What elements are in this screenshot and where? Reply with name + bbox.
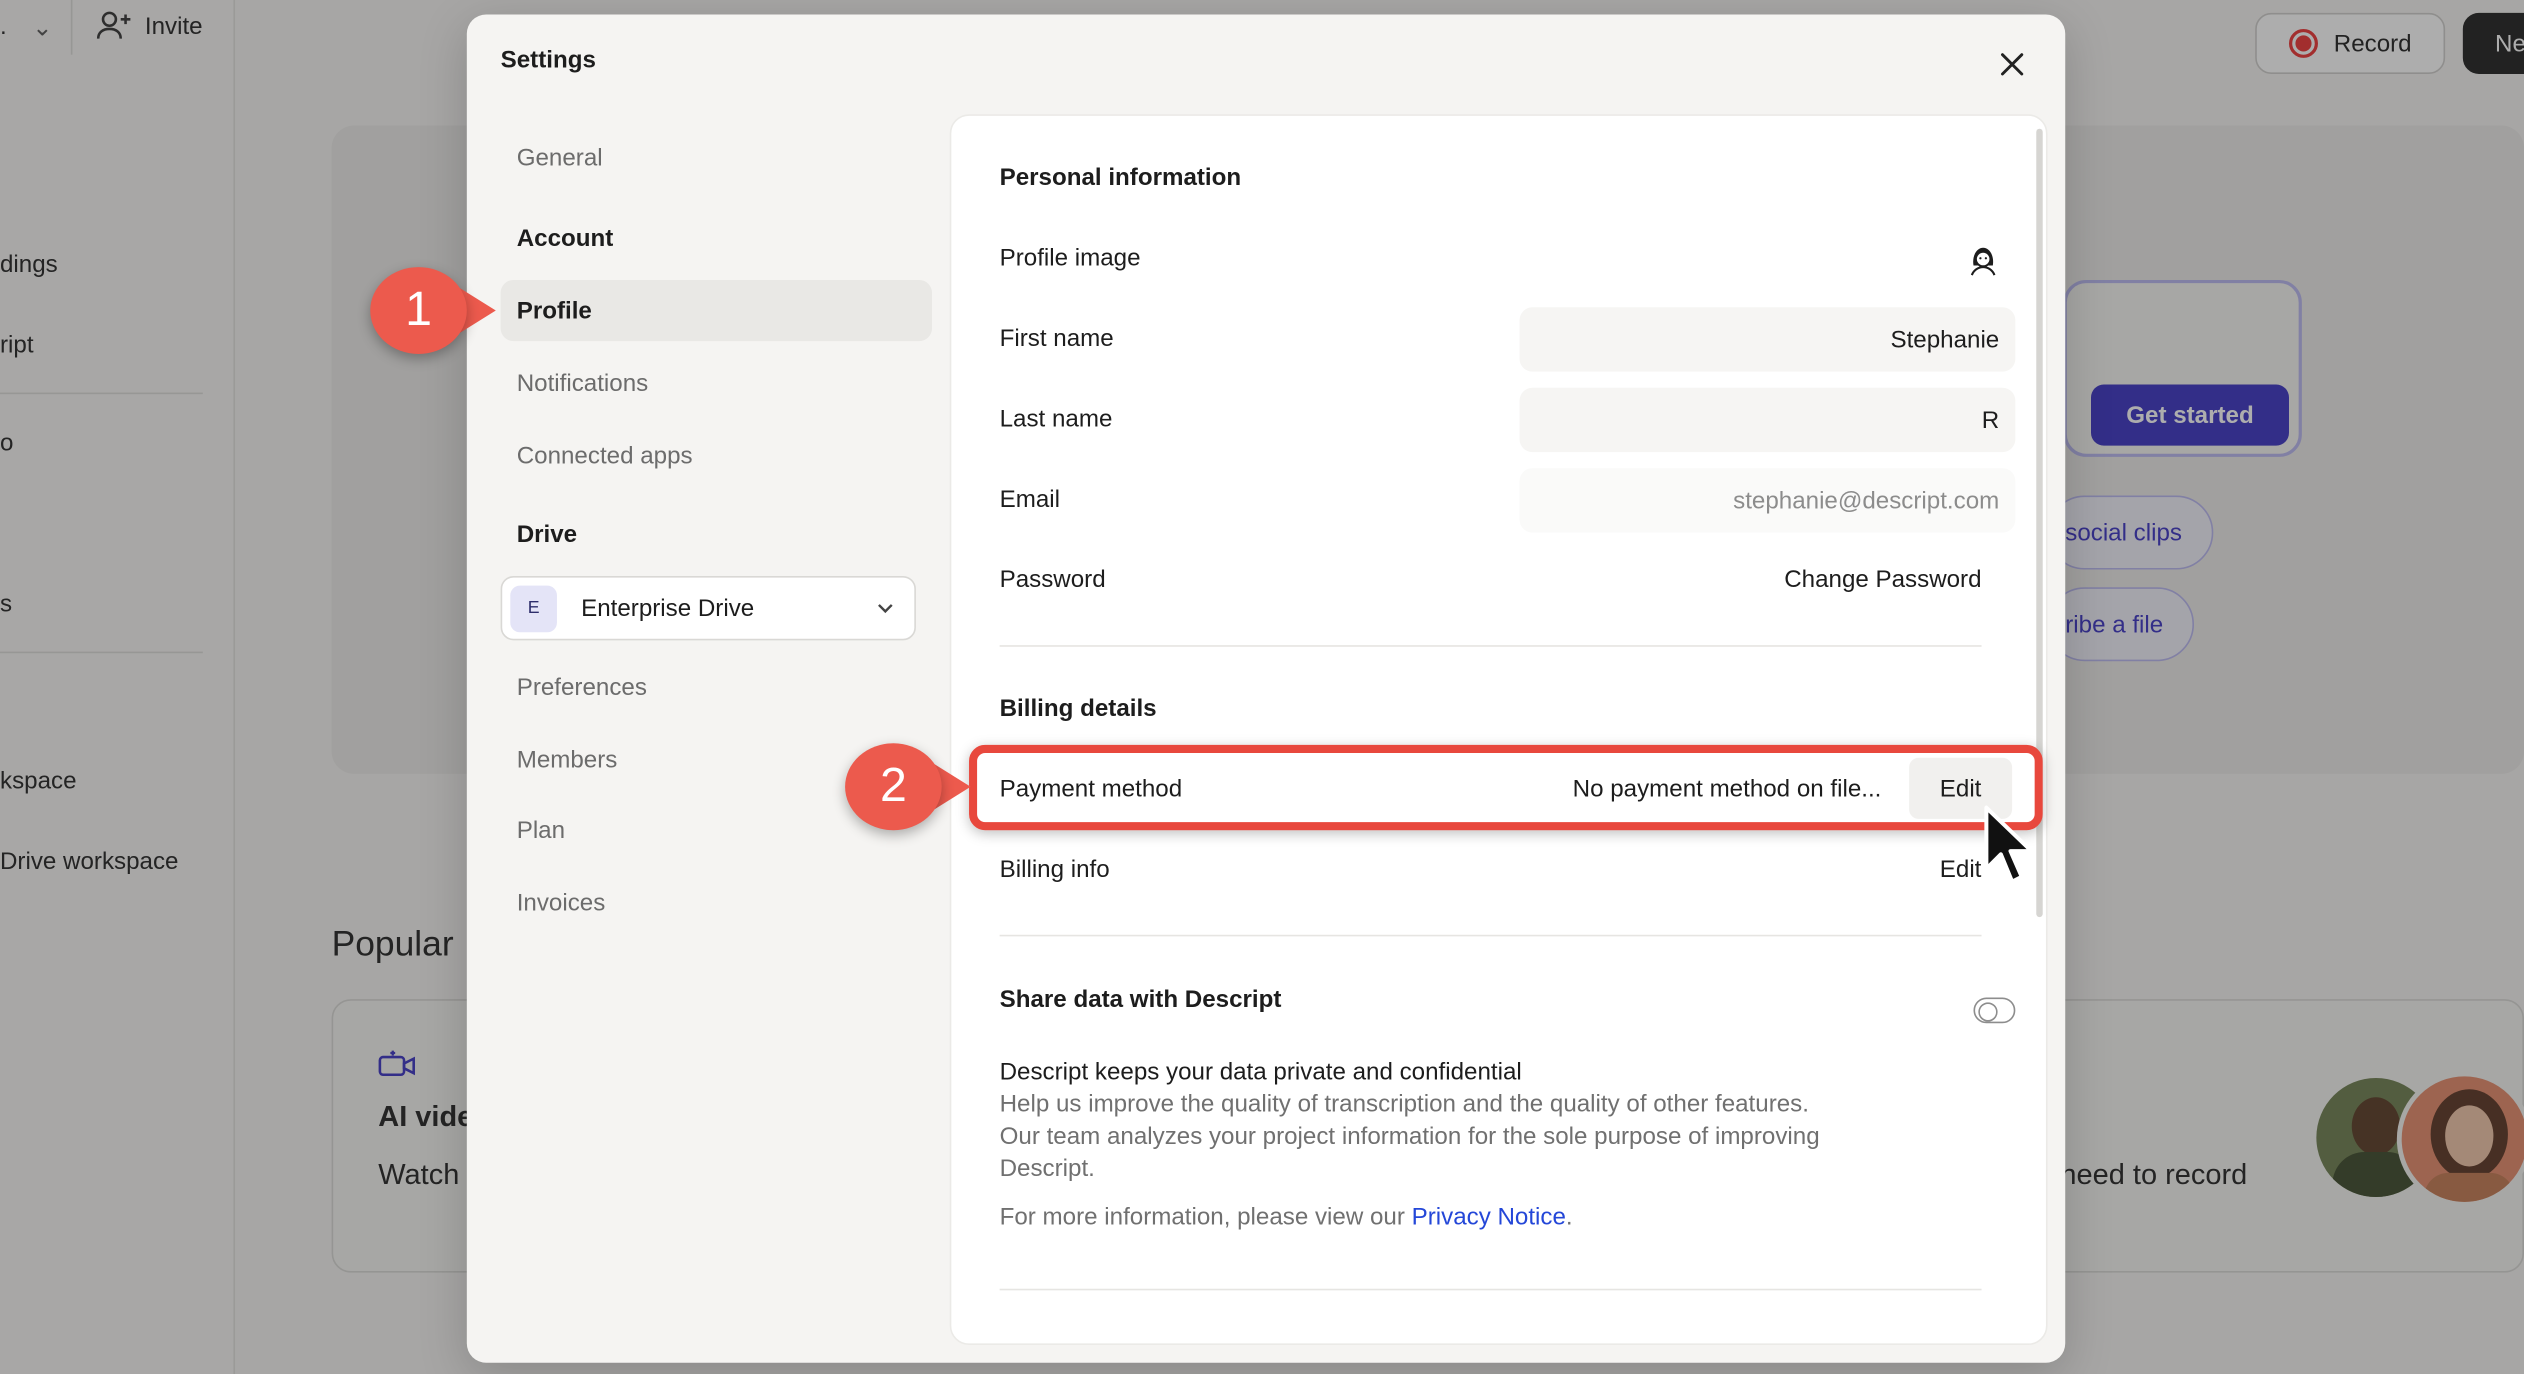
nav-heading-drive: Drive [516,521,578,549]
nav-item-profile[interactable]: Profile [500,279,933,342]
drive-badge: E [510,584,557,632]
billing-info-edit-label: Edit [1939,855,1982,883]
avatar-icon [1970,247,1996,276]
nav-item-preferences[interactable]: Preferences [501,656,932,717]
share-data-heading: Share data with Descript [999,986,1282,1014]
billing-info-label: Billing info [999,855,1110,884]
privacy-note: For more information, please view our Pr… [1000,1202,1998,1234]
profile-image-label: Profile image [999,244,1141,272]
chevron-down-icon [878,604,893,614]
nav-item-notifications-label: Notifications [516,369,649,397]
nav-item-connected-apps-label: Connected apps [516,441,693,469]
close-icon [2001,53,2024,76]
nav-item-general[interactable]: General [501,127,932,188]
personal-info-heading: Personal information [999,164,1242,192]
section-divider [999,934,1982,937]
password-label: Password [999,566,1106,594]
first-name-field[interactable]: Stephanie [1519,307,2016,372]
nav-item-profile-label: Profile [516,296,592,325]
share-data-body: Help us improve the quality of transcrip… [999,1090,1820,1183]
drive-name: Enterprise Drive [581,594,755,622]
nav-item-notifications[interactable]: Notifications [501,352,932,413]
nav-item-plan-label: Plan [516,816,566,844]
billing-details-heading: Billing details [999,695,1157,723]
change-password-button[interactable]: Change Password [1784,566,1981,593]
share-data-toggle[interactable] [1973,997,2016,1024]
section-divider [999,1288,1982,1291]
section-divider [999,645,1982,647]
nav-item-connected-apps[interactable]: Connected apps [501,425,932,486]
dialog-title: Settings [500,46,596,75]
nav-item-invoices[interactable]: Invoices [501,872,932,933]
last-name-label: Last name [999,405,1113,433]
drive-selector[interactable]: E Enterprise Drive [500,575,916,641]
last-name-field[interactable]: R [1519,387,2016,453]
nav-item-general-label: General [516,143,603,172]
email-field: stephanie@descript.com [1519,468,2016,533]
profile-image-avatar[interactable] [1965,241,2000,276]
settings-content-panel[interactable]: Personal information Profile image First… [949,114,2048,1346]
privacy-notice-link[interactable]: Privacy Notice [1412,1203,1566,1230]
share-data-line1: Descript keeps your data private and con… [999,1058,1522,1087]
close-button[interactable] [1993,47,2032,82]
nav-item-invoices-label: Invoices [516,888,606,917]
share-data-description: Descript keeps your data private and con… [1000,1057,1853,1186]
privacy-note-prefix: For more information, please view our [999,1203,1412,1231]
settings-dialog: Settings General Account Profile Notific… [466,14,2066,1363]
mouse-cursor-icon [1984,805,2034,884]
nav-item-preferences-label: Preferences [516,673,647,701]
payment-method-highlight [969,744,2043,831]
email-label: Email [999,485,1061,514]
step-1-badge: 1 [370,267,467,354]
first-name-label: First name [999,324,1114,353]
privacy-note-suffix: . [1565,1203,1573,1231]
step-2-badge: 2 [845,743,942,831]
nav-item-members-label: Members [516,745,618,774]
nav-heading-account: Account [516,225,614,253]
